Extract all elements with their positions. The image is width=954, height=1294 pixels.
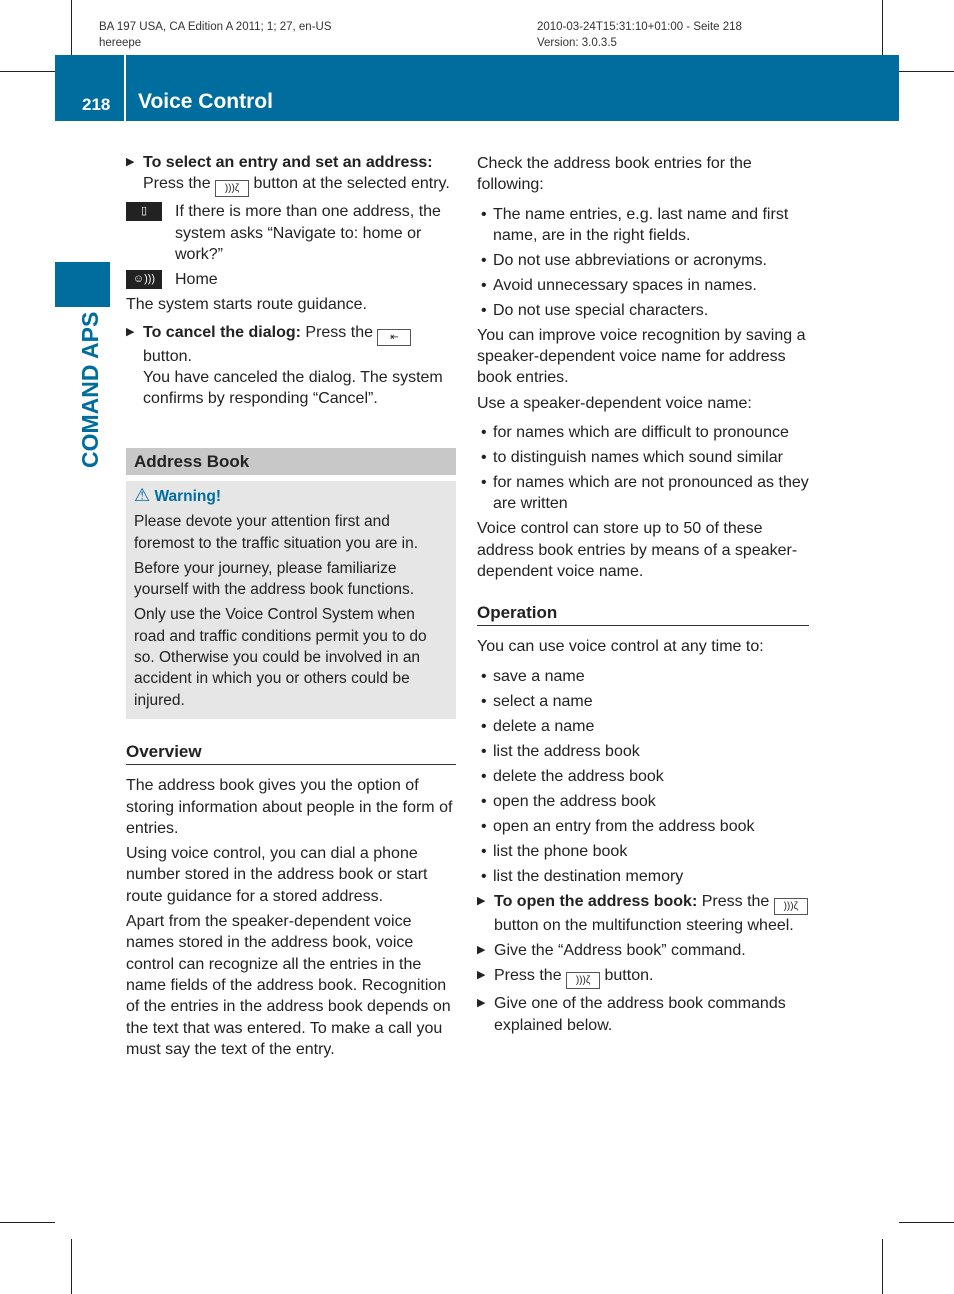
warning-text: Before your journey, please familiarize … [134,559,415,599]
text: You have canceled the dialog. The system… [143,369,443,408]
page-number: 218 [82,95,111,114]
step-open-address-book: To open the address book: Press the )))ζ… [477,891,809,936]
meta-line: Version: 3.0.3.5 [537,37,617,49]
paragraph: Using voice control, you can dial a phon… [126,845,428,905]
list-item: to distinguish names which sound similar [477,447,809,469]
text: Press the [701,892,770,910]
left-column: To select an entry and set an address: Pr… [126,152,456,1064]
crop-mark [899,71,954,72]
talk-button-icon: )))ζ [773,897,808,915]
step-cancel: To cancel the dialog: Press the ⇤ button.… [126,322,456,410]
list-item: delete a name [477,716,809,738]
list-item: for names which are not pronounced as th… [477,472,809,515]
text: Press the [305,323,373,341]
operation-heading: Operation [477,602,809,627]
meta-line: BA 197 USA, CA Edition A 2011; 1; 27, en… [99,21,332,33]
section-heading: Address Book [126,447,456,475]
paragraph: You can use voice control at any time to… [477,638,764,656]
talk-button-icon: )))ζ [566,972,601,990]
print-meta-left: BA 197 USA, CA Edition A 2011; 1; 27, en… [99,19,332,51]
text: button. [604,967,654,985]
warning-text: Only use the Voice Control System when r… [134,606,427,709]
step-select-entry: To select an entry and set an address: Pr… [126,152,456,198]
text: button on the multifunction steering whe… [494,916,794,934]
list-item: list the address book [477,741,809,763]
warning-box: ⚠ Warning! Please devote your attention … [126,480,456,719]
crop-mark [882,1239,883,1294]
list-item: Avoid unnecessary spaces in names. [477,275,809,297]
warning-triangle-icon: ⚠ [134,484,151,505]
crop-mark [71,1239,72,1294]
side-tab [55,262,110,307]
paragraph: Check the address book entries for the f… [477,155,752,194]
paragraph: Apart from the speaker-dependent voice n… [126,913,451,1058]
warning-title: Warning! [154,487,222,505]
text: If there is more than one address, the s… [175,203,441,263]
text: Press the [143,175,211,193]
list-item: list the phone book [477,841,809,863]
voice-output-icon: ☺))) [126,270,162,290]
text: Home [175,271,218,289]
paragraph: You can improve voice recognition by sav… [477,326,806,387]
crop-mark [0,1222,55,1223]
list-item: The name entries, e.g. last name and fir… [477,204,809,247]
list-item: save a name [477,666,809,688]
text: button. [143,347,192,365]
meta-line: 2010-03-24T15:31:10+01:00 - Seite 218 [537,21,742,33]
list-item: delete the address book [477,766,809,788]
list-item: open the address book [477,791,809,813]
step-title: To select an entry and set an address: [143,154,433,171]
crop-mark [71,0,72,55]
back-button-icon: ⇤ [377,328,412,346]
overview-heading: Overview [126,741,456,766]
list-item: for names which are difficult to pronoun… [477,422,809,444]
paragraph: Voice control can store up to 50 of thes… [477,520,798,580]
header-divider [124,55,126,121]
list-item: list the destination memory [477,866,809,888]
paragraph: The address book gives you the option of… [126,777,453,837]
print-meta-right: 2010-03-24T15:31:10+01:00 - Seite 218 Ver… [537,19,742,51]
crop-mark [899,1222,954,1223]
list-item: Do not use abbreviations or acronyms. [477,250,809,272]
text: button at the selected entry. [253,175,450,193]
side-tab-label: COMAND APS [77,311,103,468]
page-title: Voice Control [138,90,273,113]
talk-button-icon: )))ζ [215,180,250,198]
list-item: Do not use special characters. [477,300,809,322]
step-title: To cancel the dialog: [143,323,301,341]
paragraph: Use a speaker-dependent voice name: [477,394,752,412]
step-press: Press the )))ζ button. [477,965,809,990]
display-row: ▯ If there is more than one address, the … [126,201,456,265]
warning-text: Please devote your attention first and f… [134,513,419,552]
crop-mark [0,71,55,72]
step-title: To open the address book: [494,892,698,910]
text: Press the [494,967,562,985]
step: Give one of the address book commands ex… [477,993,809,1036]
right-column: Check the address book entries for the f… [477,153,809,1040]
list-item: select a name [477,691,809,713]
crop-mark [882,0,883,55]
list-item: open an entry from the address book [477,816,809,838]
meta-line: hereepe [99,37,142,49]
step: Give the “Address book” command. [477,940,809,962]
speak-row: ☺))) Home [126,269,456,290]
paragraph: The system starts route guidance. [126,296,367,314]
display-icon: ▯ [126,202,162,222]
